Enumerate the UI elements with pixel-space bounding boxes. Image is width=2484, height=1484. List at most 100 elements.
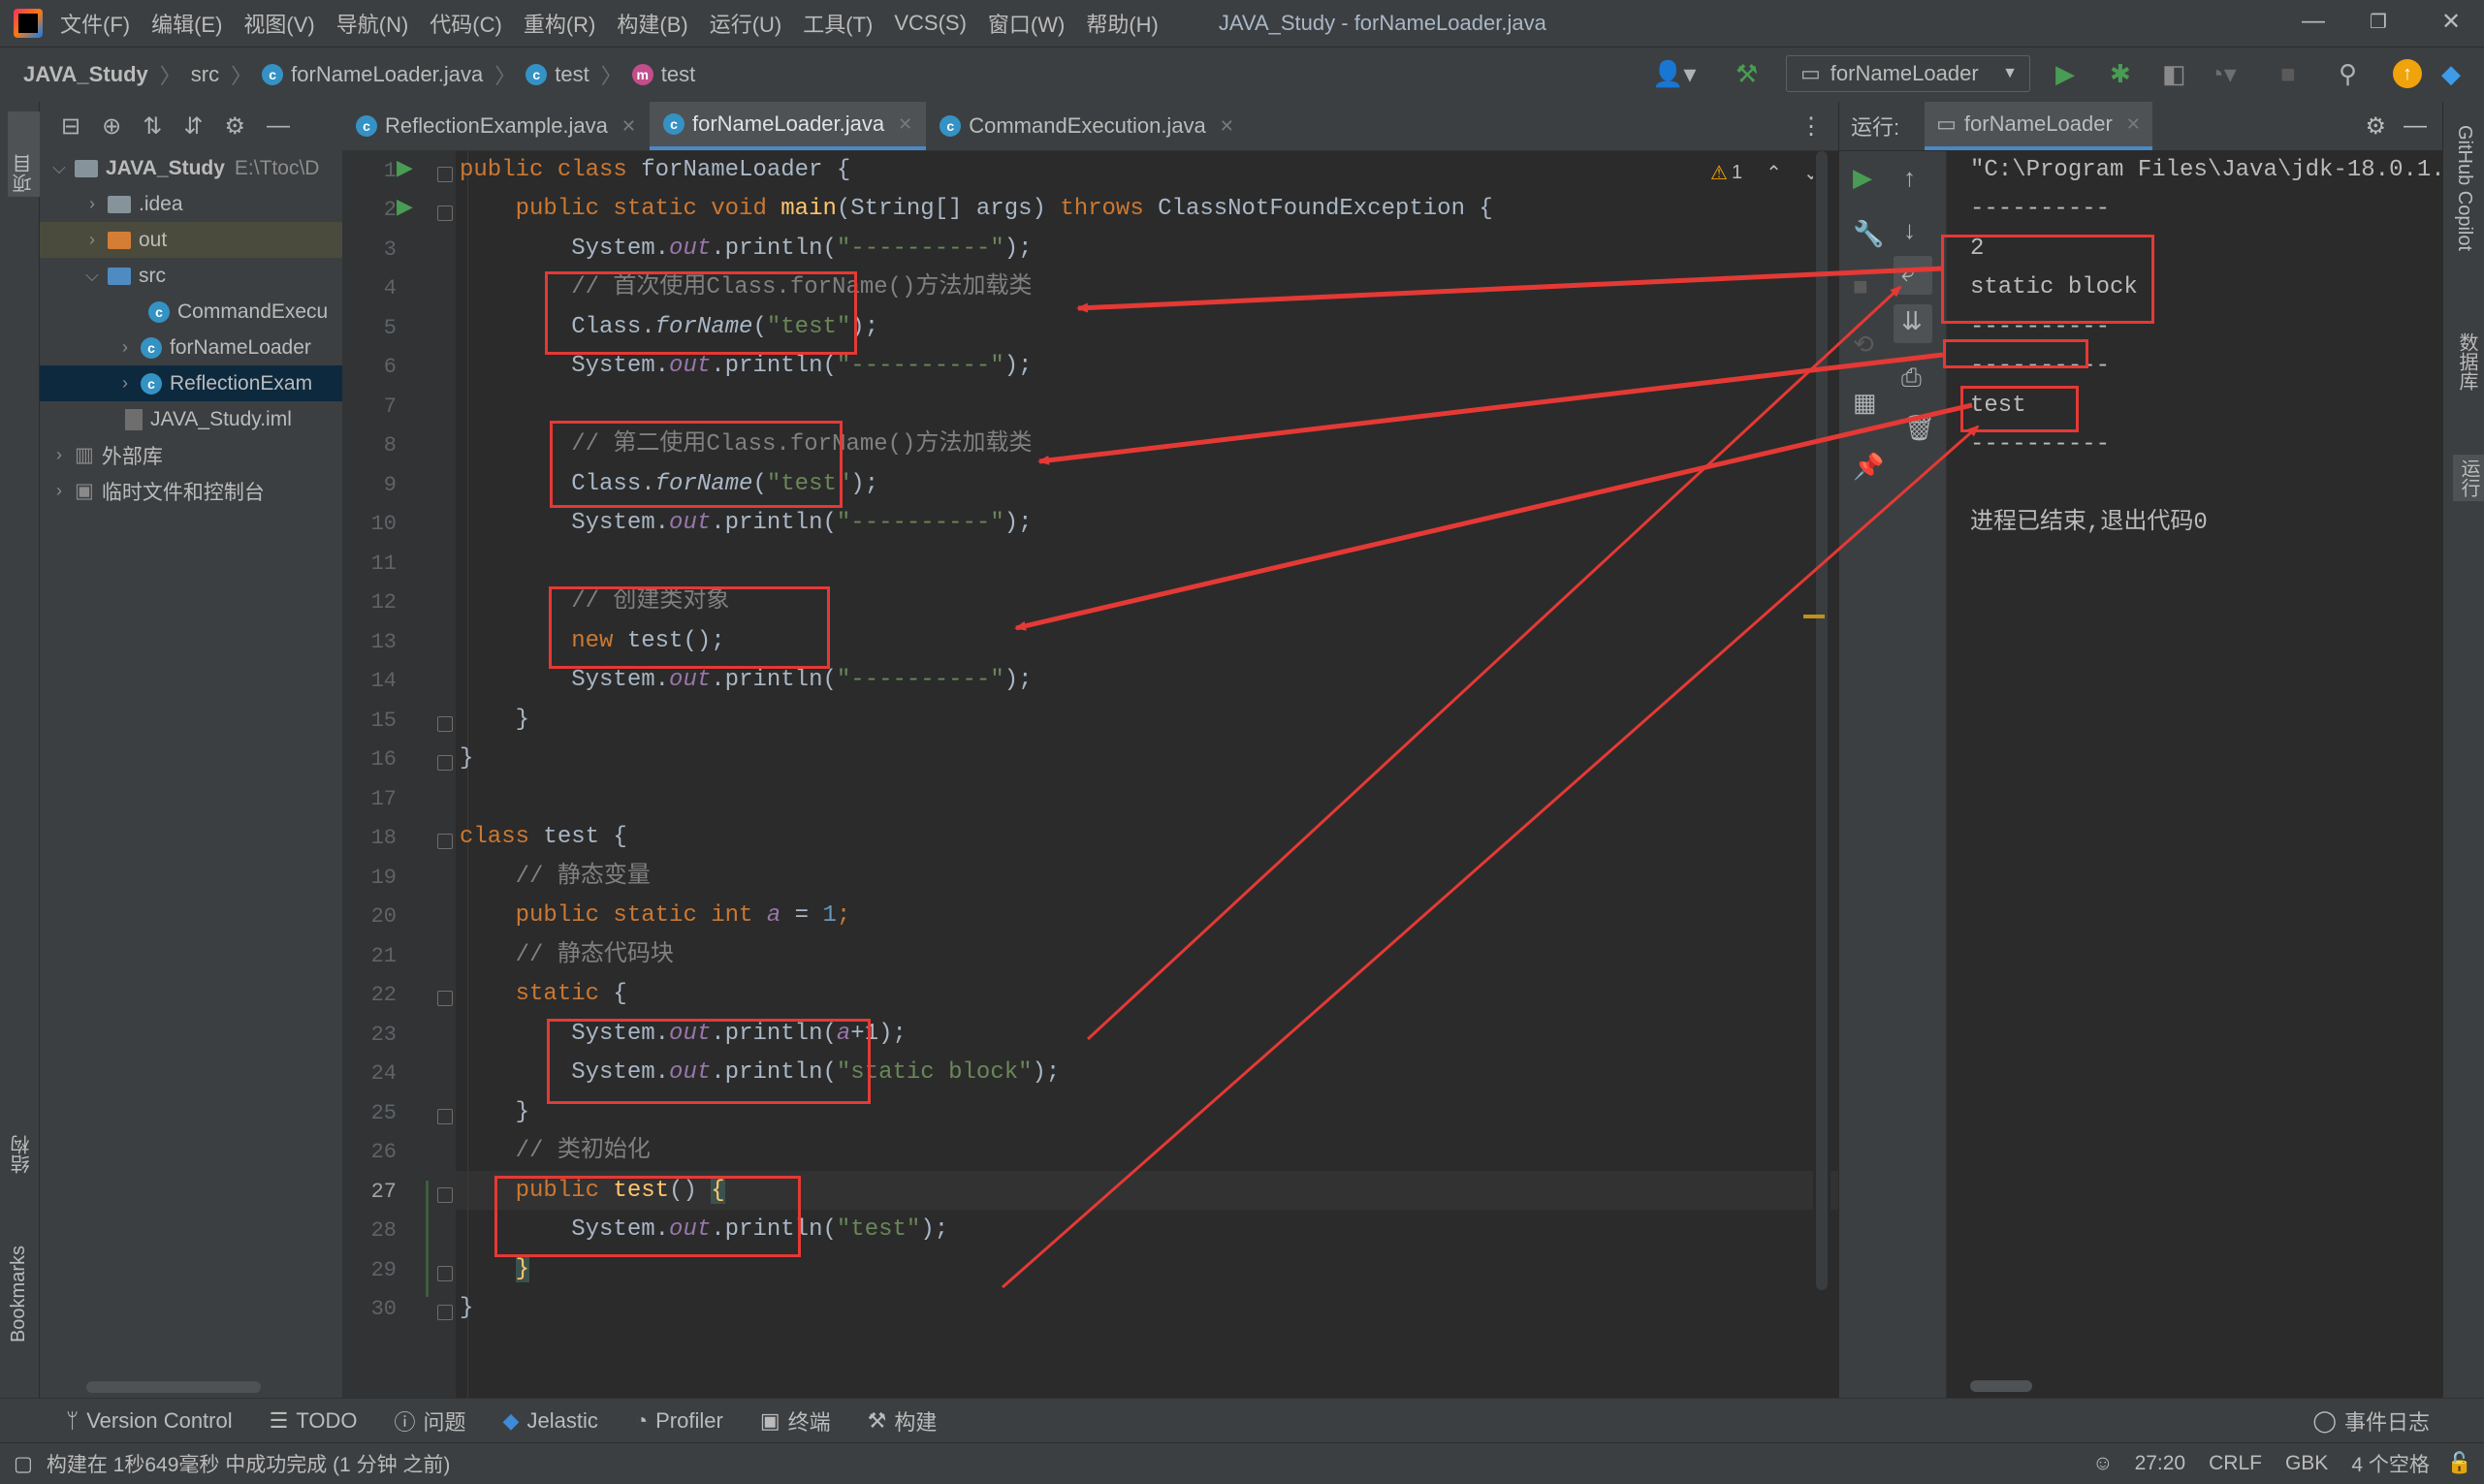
tree-item-out[interactable]: › out: [40, 222, 385, 258]
tab-reflection-example[interactable]: c ReflectionExample.java ✕: [342, 102, 650, 150]
menu-file[interactable]: 文件(F): [60, 8, 130, 39]
run-icon[interactable]: ▶: [2055, 59, 2075, 88]
hide-icon[interactable]: —: [2404, 112, 2427, 140]
copilot-status-icon[interactable]: ☺: [2092, 1452, 2113, 1475]
fold-marker-icon[interactable]: [437, 1305, 453, 1320]
menu-code[interactable]: 代码(C): [430, 8, 502, 39]
file-encoding[interactable]: GBK: [2285, 1452, 2328, 1475]
status-message[interactable]: 构建在 1秒649毫秒 中成功完成 (1 分钟 之前): [47, 1449, 451, 1478]
run-gutter-icon[interactable]: ▶: [397, 194, 413, 219]
previous-highlight-icon[interactable]: ⌃: [1766, 161, 1782, 185]
restore-icon[interactable]: ❐: [2370, 10, 2387, 34]
user-icon[interactable]: 👤▾: [1652, 59, 1696, 88]
breadcrumb-file[interactable]: c forNameLoader.java: [262, 62, 483, 87]
caret-position[interactable]: 27:20: [2135, 1452, 2186, 1475]
stop-icon[interactable]: ■: [1853, 271, 1868, 301]
tab-command-execution[interactable]: c CommandExecution.java ✕: [926, 102, 1248, 150]
hide-icon[interactable]: —: [267, 112, 290, 140]
horizontal-scrollbar[interactable]: [1970, 1380, 2032, 1392]
profile-icon[interactable]: ◔▾: [2209, 59, 2237, 88]
indent-setting[interactable]: 4 个空格: [2351, 1449, 2430, 1478]
menu-edit[interactable]: 编辑(E): [151, 8, 222, 39]
vertical-scrollbar[interactable]: [1803, 151, 1831, 1290]
close-tab-icon[interactable]: ✕: [2126, 114, 2141, 135]
fold-marker-icon[interactable]: [437, 205, 453, 221]
menu-build[interactable]: 构建(B): [617, 8, 687, 39]
fold-marker-icon[interactable]: [437, 1266, 453, 1281]
scroll-to-end-toggle[interactable]: ⇊: [1894, 304, 1932, 343]
breadcrumb-src[interactable]: src: [191, 62, 219, 87]
code-editor[interactable]: public class forNameLoader { public stat…: [456, 151, 1838, 1398]
select-opened-file-icon[interactable]: ⊟: [61, 112, 80, 141]
trash-icon[interactable]: 🗑: [1903, 413, 1935, 443]
menu-navigate[interactable]: 导航(N): [336, 8, 409, 39]
horizontal-scrollbar[interactable]: [86, 1381, 261, 1393]
tree-item-scratches[interactable]: › ▣ 临时文件和控制台: [40, 473, 352, 509]
gear-icon[interactable]: ⚙: [2365, 112, 2386, 141]
panel-toggle-icon[interactable]: ▢: [14, 1452, 33, 1476]
close-tab-icon[interactable]: ✕: [1220, 116, 1234, 137]
github-copilot-tool-button[interactable]: GitHub Copilot: [2453, 125, 2475, 251]
run-configuration-select[interactable]: ▭ forNameLoader ▼: [1786, 55, 2030, 92]
menu-tools[interactable]: 工具(T): [803, 8, 873, 39]
tool-tab-event-log[interactable]: ◯ 事件日志: [2312, 1405, 2430, 1437]
tree-item-src[interactable]: ⌵ src: [40, 258, 385, 294]
breadcrumb-method[interactable]: m test: [631, 62, 695, 87]
print-icon[interactable]: ⎙: [1901, 363, 1922, 394]
fold-marker-icon[interactable]: [437, 1109, 453, 1124]
search-icon[interactable]: ⚲: [2339, 59, 2357, 88]
fold-marker-icon[interactable]: [437, 834, 453, 849]
tool-tab-profiler[interactable]: ◔ Profiler: [635, 1408, 723, 1434]
tool-tab-build[interactable]: ⚒ 构建: [868, 1405, 938, 1437]
run-tool-button[interactable]: 运行: [2453, 455, 2484, 501]
line-separator[interactable]: CRLF: [2209, 1452, 2262, 1475]
bookmarks-tool-button[interactable]: Bookmarks: [8, 1246, 30, 1342]
fold-marker-icon[interactable]: [437, 716, 453, 732]
fold-marker-icon[interactable]: [437, 167, 453, 182]
lock-icon[interactable]: 🔓: [2447, 1452, 2472, 1475]
breadcrumb-project[interactable]: JAVA_Study: [23, 62, 148, 87]
scrollbar-thumb[interactable]: [1816, 151, 1828, 1290]
close-tab-icon[interactable]: ✕: [621, 116, 636, 137]
wrench-icon[interactable]: 🔧: [1853, 219, 1884, 249]
database-tool-button[interactable]: 数据库: [2453, 332, 2481, 391]
stop-icon[interactable]: ■: [2280, 59, 2296, 88]
soft-wrap-toggle[interactable]: ⤶: [1894, 256, 1932, 295]
tool-tab-version-control[interactable]: ᛘ Version Control: [66, 1408, 233, 1434]
menu-view[interactable]: 视图(V): [243, 8, 314, 39]
structure-tool-button[interactable]: 结构: [8, 1135, 36, 1174]
menu-window[interactable]: 窗口(W): [988, 8, 1065, 39]
tool-tab-todo[interactable]: ☰ TODO: [270, 1408, 358, 1434]
tool-tab-problems[interactable]: ⓘ 问题: [395, 1405, 466, 1437]
coverage-icon[interactable]: ◧: [2162, 59, 2186, 88]
tab-fornameloader[interactable]: c forNameLoader.java ✕: [650, 102, 927, 150]
console-output[interactable]: "C:\Program Files\Java\jdk-18.0.1.1 ----…: [1941, 151, 2459, 1398]
tool-tab-terminal[interactable]: ▣ 终端: [760, 1405, 831, 1437]
debug-icon[interactable]: ✱: [2110, 59, 2131, 88]
close-tab-icon[interactable]: ✕: [898, 114, 912, 135]
jetbrains-icon[interactable]: ◆: [2441, 59, 2461, 88]
pin-icon[interactable]: 📌: [1853, 452, 1884, 482]
menu-vcs[interactable]: VCS(S): [894, 11, 967, 36]
project-tool-button[interactable]: 项目: [8, 111, 40, 197]
update-icon[interactable]: ↑: [2393, 59, 2422, 88]
restore-layout-icon[interactable]: ⟲: [1853, 330, 1874, 360]
locate-icon[interactable]: ⊕: [102, 112, 121, 141]
tree-item-idea[interactable]: › .idea: [40, 186, 385, 222]
layout-icon[interactable]: ▦: [1853, 388, 1877, 418]
collapse-all-icon[interactable]: ⇵: [183, 112, 203, 141]
build-hammer-icon[interactable]: ⚒: [1736, 59, 1758, 88]
menu-help[interactable]: 帮助(H): [1086, 8, 1159, 39]
menu-refactor[interactable]: 重构(R): [524, 8, 596, 39]
tree-item-external-libraries[interactable]: › ▥ 外部库: [40, 437, 352, 473]
rerun-icon[interactable]: ▶: [1853, 163, 1872, 193]
close-window-icon[interactable]: ✕: [2441, 8, 2461, 36]
minimize-icon[interactable]: —: [2302, 8, 2325, 35]
up-arrow-icon[interactable]: ↑: [1903, 163, 1916, 193]
menu-run[interactable]: 运行(U): [710, 8, 782, 39]
fold-marker-icon[interactable]: [437, 1187, 453, 1203]
gear-icon[interactable]: ⚙: [224, 112, 245, 141]
tree-item-project-root[interactable]: ⌵ JAVA_Study E:\Ttoc\D: [40, 150, 352, 186]
run-tab-fornameloader[interactable]: ▭ forNameLoader ✕: [1925, 102, 2152, 150]
fold-marker-icon[interactable]: [437, 991, 453, 1006]
